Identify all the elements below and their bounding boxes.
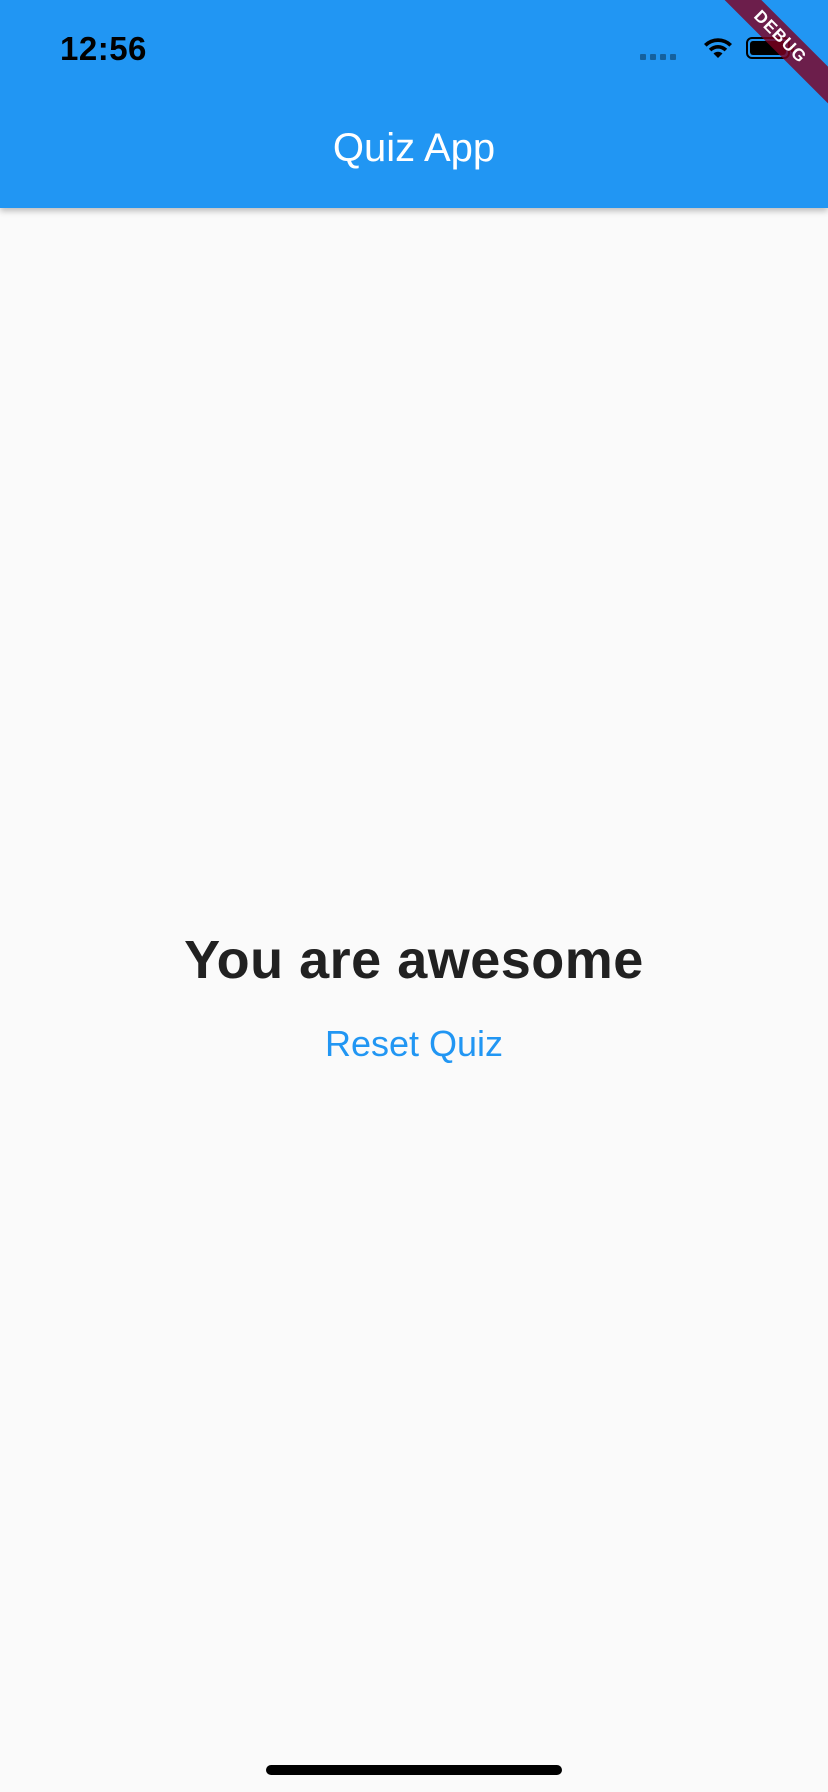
status-bar: 12:56 [0,0,828,100]
result-text: You are awesome [184,930,644,990]
app-bar: 12:56 Quiz App [0,0,828,208]
status-icons [640,36,794,60]
wifi-icon [702,36,734,60]
home-indicator[interactable] [266,1765,562,1775]
signal-icon [640,36,676,60]
app-bar-title: Quiz App [332,126,496,170]
battery-icon [746,37,794,59]
result-content: You are awesome Reset Quiz [0,208,828,1792]
reset-quiz-button[interactable]: Reset Quiz [309,1017,519,1071]
quiz-app-screen: 12:56 Quiz App DEBUG You are awesome Res… [0,0,828,1792]
status-time: 12:56 [60,30,147,67]
